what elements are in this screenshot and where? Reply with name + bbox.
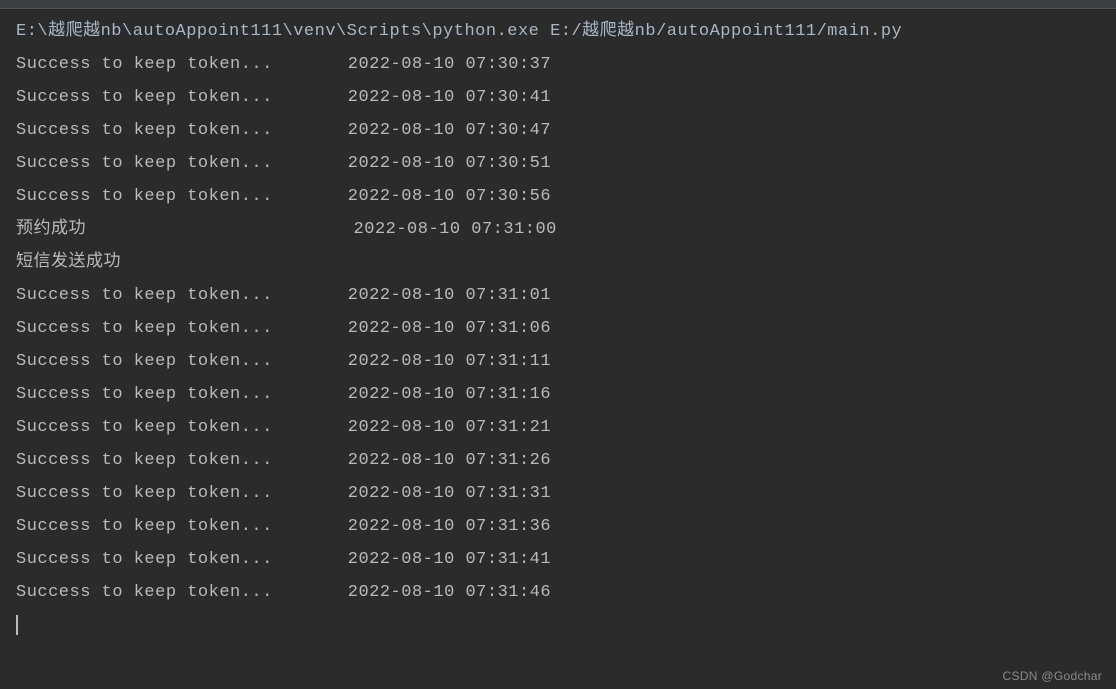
console-log-line: Success to keep token... 2022-08-10 07:3… xyxy=(16,543,1116,576)
console-log-line: Success to keep token... 2022-08-10 07:3… xyxy=(16,444,1116,477)
console-log-line: Success to keep token... 2022-08-10 07:3… xyxy=(16,345,1116,378)
console-log-line: Success to keep token... 2022-08-10 07:3… xyxy=(16,576,1116,609)
console-log-line: Success to keep token... 2022-08-10 07:3… xyxy=(16,81,1116,114)
console-log-line: Success to keep token... 2022-08-10 07:3… xyxy=(16,114,1116,147)
top-toolbar xyxy=(0,0,1116,9)
console-log-line: Success to keep token... 2022-08-10 07:3… xyxy=(16,477,1116,510)
command-line: E:\越爬越nb\autoAppoint111\venv\Scripts\pyt… xyxy=(16,15,1116,48)
console-log-line: 预约成功 2022-08-10 07:31:00 xyxy=(16,213,1116,246)
console-log-line: Success to keep token... 2022-08-10 07:3… xyxy=(16,147,1116,180)
console-log-line: Success to keep token... 2022-08-10 07:3… xyxy=(16,180,1116,213)
console-log-line: Success to keep token... 2022-08-10 07:3… xyxy=(16,279,1116,312)
text-cursor xyxy=(16,615,18,635)
console-log-line: Success to keep token... 2022-08-10 07:3… xyxy=(16,378,1116,411)
console-log-line: 短信发送成功 xyxy=(16,246,1116,279)
console-log-line: Success to keep token... 2022-08-10 07:3… xyxy=(16,312,1116,345)
cursor-line xyxy=(16,609,1116,642)
watermark-text: CSDN @Godchar xyxy=(1003,669,1102,683)
console-log-line: Success to keep token... 2022-08-10 07:3… xyxy=(16,411,1116,444)
console-log-line: Success to keep token... 2022-08-10 07:3… xyxy=(16,48,1116,81)
console-output-area[interactable]: E:\越爬越nb\autoAppoint111\venv\Scripts\pyt… xyxy=(0,9,1116,642)
console-log-line: Success to keep token... 2022-08-10 07:3… xyxy=(16,510,1116,543)
